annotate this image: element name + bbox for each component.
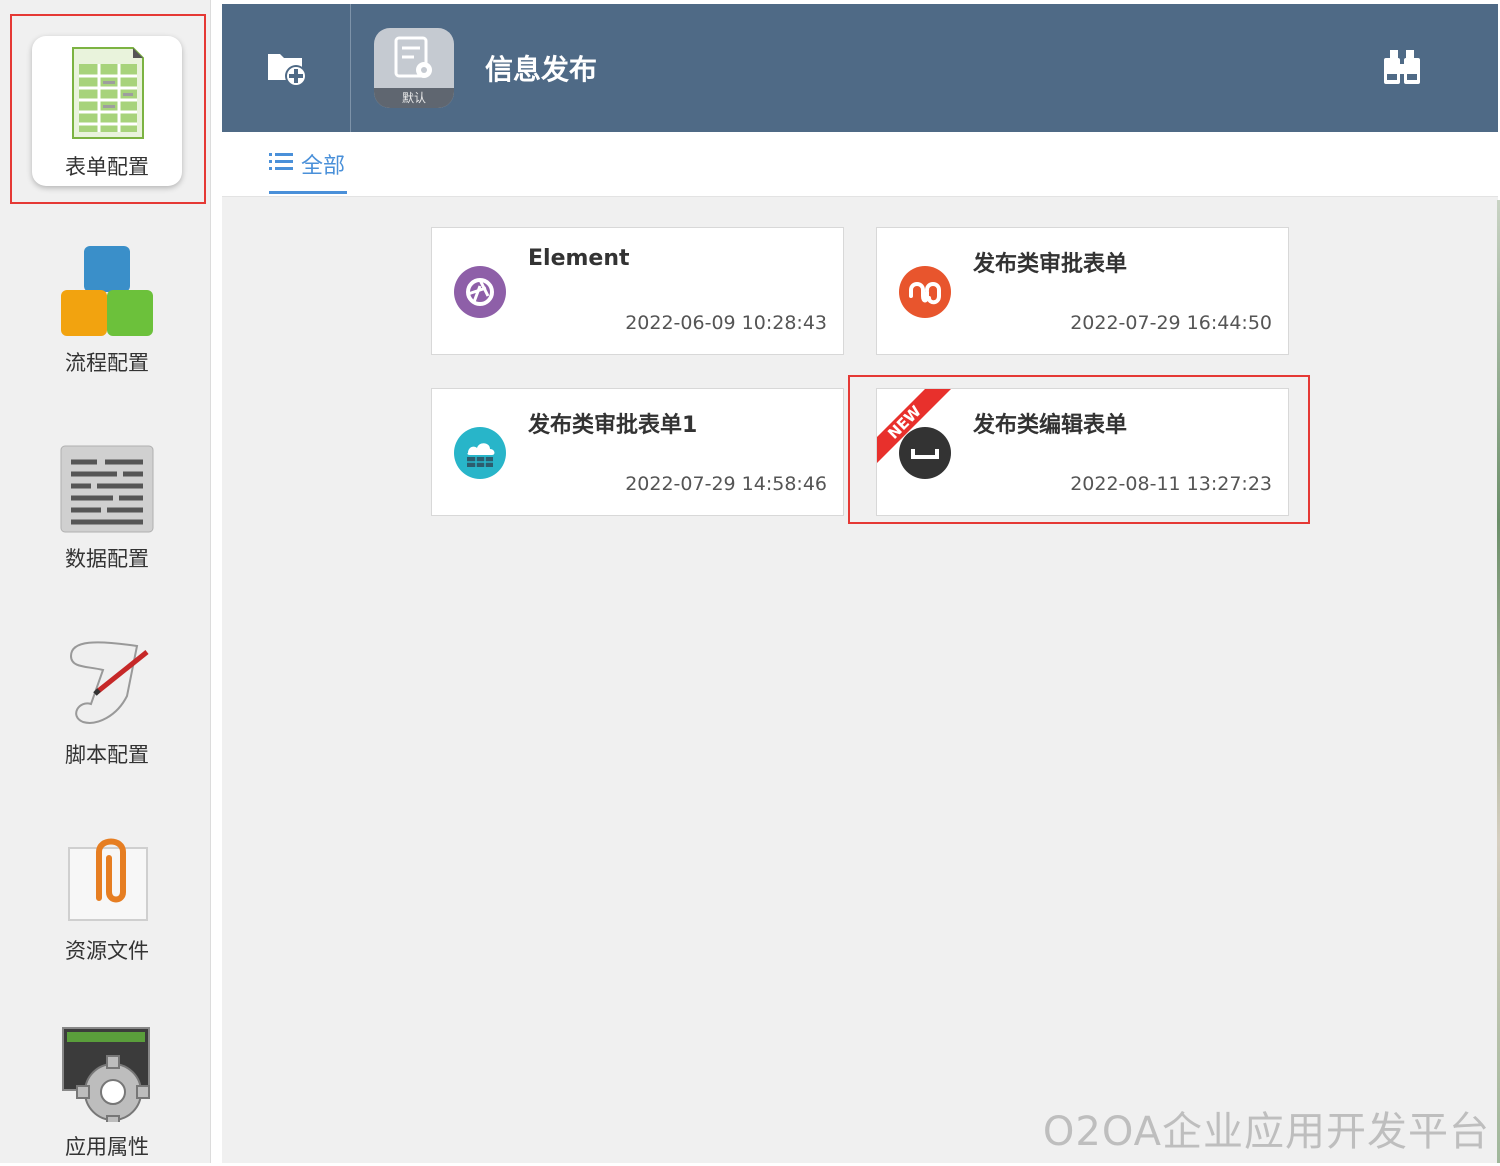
sidebar-item-script-config[interactable]: 脚本配置 (32, 624, 182, 774)
space-bar-icon (899, 427, 951, 479)
add-folder-icon[interactable] (266, 46, 308, 88)
sidebar-item-process-config[interactable]: 流程配置 (32, 232, 182, 382)
form-date: 2022-06-09 10:28:43 (625, 312, 827, 334)
form-list-area: Element 2022-06-09 10:28:43 发布类审批表单 2022… (222, 197, 1498, 1163)
sidebar-item-label: 资源文件 (65, 939, 149, 963)
page-title: 信息发布 (485, 53, 598, 86)
sidebar: 表单配置 流程配置 数据配置 脚本配置 资源文件 应用属性 (0, 0, 211, 1163)
binoculars-icon[interactable] (1380, 48, 1424, 88)
sidebar-item-label: 应用属性 (65, 1135, 149, 1159)
form-card[interactable]: 发布类审批表单 2022-07-29 16:44:50 (876, 227, 1289, 355)
app-icon-badge: 默认 (374, 88, 454, 108)
form-table-icon (72, 47, 144, 139)
app-flow-icon (394, 36, 432, 78)
data-lines-icon (60, 445, 154, 533)
sidebar-item-label: 表单配置 (65, 155, 149, 179)
process-blocks-icon (61, 246, 153, 336)
form-title: 发布类审批表单 (973, 252, 1128, 277)
form-date: 2022-07-29 14:58:46 (625, 473, 827, 495)
form-title: Element (528, 246, 630, 271)
tab-all[interactable]: 全部 (269, 148, 348, 194)
sidebar-item-label: 脚本配置 (65, 743, 149, 767)
sidebar-item-label: 数据配置 (65, 547, 149, 571)
app-header: 默认 信息发布 (222, 4, 1498, 132)
sidebar-item-form-config[interactable]: 表单配置 (32, 36, 182, 186)
form-card[interactable]: 发布类审批表单1 2022-07-29 14:58:46 (431, 388, 844, 516)
aperture-icon (454, 266, 506, 318)
stumbleupon-icon (899, 266, 951, 318)
form-card[interactable]: Element 2022-06-09 10:28:43 (431, 227, 844, 355)
paperclip-file-icon (68, 838, 148, 921)
gear-screen-icon (62, 1027, 150, 1122)
form-card[interactable]: NEW 发布类编辑表单 2022-08-11 13:27:23 (876, 388, 1289, 516)
list-icon (269, 153, 293, 170)
script-scroll-icon (69, 641, 149, 724)
sidebar-item-data-config[interactable]: 数据配置 (32, 428, 182, 578)
form-date: 2022-08-11 13:27:23 (1070, 473, 1272, 495)
form-title: 发布类编辑表单 (973, 413, 1128, 438)
sidebar-item-app-properties[interactable]: 应用属性 (32, 1016, 182, 1166)
form-date: 2022-07-29 16:44:50 (1070, 312, 1272, 334)
cloud-server-icon (454, 427, 506, 479)
header-divider (350, 4, 351, 132)
tab-bar: 全部 (222, 132, 1498, 197)
sidebar-item-label: 流程配置 (65, 351, 149, 375)
sidebar-item-resource-files[interactable]: 资源文件 (32, 820, 182, 970)
watermark: O2OA企业应用开发平台 (1042, 1109, 1490, 1155)
app-icon[interactable]: 默认 (374, 28, 454, 108)
tab-label: 全部 (301, 154, 346, 179)
form-title: 发布类审批表单1 (528, 413, 698, 438)
